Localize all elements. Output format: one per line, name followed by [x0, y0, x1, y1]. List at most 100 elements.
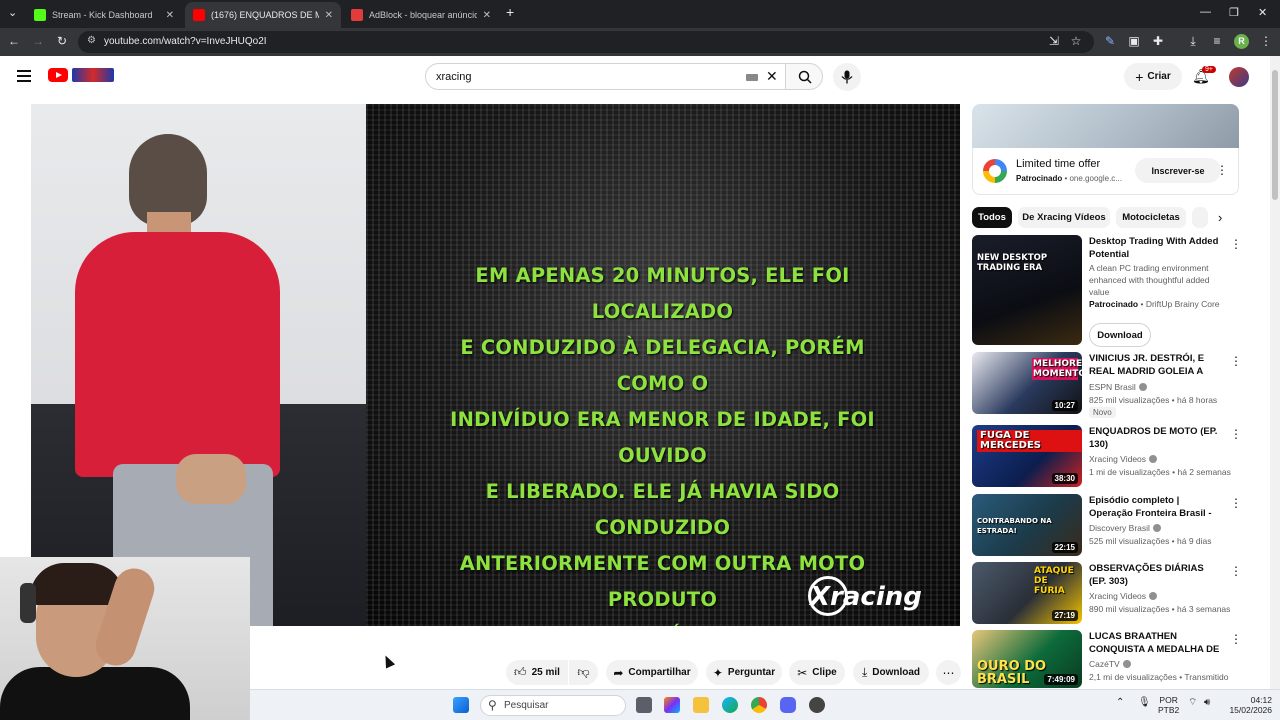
channel-name[interactable]: Xracing Videos	[1089, 454, 1158, 464]
share-label: Compartilhar	[628, 667, 691, 678]
address-bar[interactable]: ⚙ youtube.com/watch?v=InveJHUQo2I	[78, 31, 1094, 53]
chevron-right-icon[interactable]: ›	[1218, 210, 1222, 225]
close-icon[interactable]: ✕	[166, 10, 174, 21]
video-player[interactable]: EM APENAS 20 MINUTOS, ELE FOI LOCALIZADO…	[31, 104, 960, 626]
extension-icon[interactable]: ✎	[1102, 34, 1118, 48]
new-tab-plus-icon[interactable]: +	[506, 4, 514, 20]
video-thumbnail[interactable]: OURO DO BRASIL 7:49:09	[972, 630, 1082, 688]
page-scrollbar[interactable]	[1270, 56, 1280, 696]
video-thumbnail[interactable]: MELHORES MOMENTOS 10:27	[972, 352, 1082, 414]
profile-avatar[interactable]: R	[1234, 34, 1249, 49]
window-close-icon[interactable]: ✕	[1258, 6, 1267, 19]
wifi-icon[interactable]: ⌔	[1188, 698, 1197, 708]
input-language[interactable]: POR PTB2	[1158, 695, 1179, 715]
video-thumbnail[interactable]: ATAQUE DE FÚRIA 27:19	[972, 562, 1082, 624]
forward-icon[interactable]: →	[30, 34, 46, 48]
download-button[interactable]: ⤓ Download	[853, 660, 929, 685]
list-item[interactable]: OURO DO BRASIL 7:49:09 LUCAS BRAATHEN CO…	[972, 630, 1242, 689]
more-actions-button[interactable]: ⋯	[936, 660, 961, 685]
channel-name[interactable]: CazéTV	[1089, 659, 1131, 669]
reading-list-icon[interactable]: ≡	[1209, 34, 1225, 48]
list-item[interactable]: NEW DESKTOP TRADING ERA Desktop Trading …	[972, 235, 1242, 347]
site-info-icon[interactable]: ⚙	[87, 35, 96, 46]
ad-download-button[interactable]: Download	[1089, 323, 1151, 347]
video-title[interactable]: LUCAS BRAATHEN CONQUISTA A MEDALHA DE OU…	[1089, 630, 1223, 656]
taskbar-search-input[interactable]: ⚲ Pesquisar	[480, 695, 626, 716]
discord-icon[interactable]	[780, 697, 796, 713]
video-title[interactable]: Episódio completo | Operação Fronteira B…	[1089, 494, 1223, 520]
list-item[interactable]: MELHORES MOMENTOS 10:27 VINICIUS JR. DES…	[972, 352, 1242, 418]
list-item[interactable]: CONTRABANDO NA ESTRADA! 22:15 Episódio c…	[972, 494, 1242, 556]
tab-youtube[interactable]: (1676) ENQUADROS DE MOTO ✕	[185, 2, 341, 28]
channel-name[interactable]: Discovery Brasil	[1089, 523, 1161, 533]
chrome-menu-icon[interactable]: ⋮	[1258, 34, 1274, 48]
tab-kick-dashboard[interactable]: Stream - Kick Dashboard ✕	[26, 2, 182, 28]
account-avatar[interactable]	[1229, 67, 1249, 87]
chip-all[interactable]: Todos	[972, 207, 1012, 228]
back-icon[interactable]: ←	[6, 34, 22, 48]
more-vertical-icon[interactable]: ⋮	[1216, 163, 1228, 177]
video-thumbnail[interactable]: NEW DESKTOP TRADING ERA	[972, 235, 1082, 345]
chip-from-channel[interactable]: De Xracing Vídeos	[1018, 207, 1110, 228]
subscribe-button[interactable]: Inscrever-se	[1135, 158, 1221, 183]
chrome-browser-icon[interactable]	[751, 697, 767, 713]
taskbar-clock[interactable]: 04:12 15/02/2026	[1222, 695, 1272, 715]
youtube-logo[interactable]	[48, 68, 68, 82]
more-vertical-icon[interactable]: ⋮	[1230, 237, 1242, 251]
downloads-icon[interactable]: ⤓	[1185, 34, 1201, 49]
more-vertical-icon[interactable]: ⋮	[1230, 496, 1242, 510]
video-title[interactable]: Desktop Trading With Added Potential	[1089, 235, 1223, 261]
list-item[interactable]: ATAQUE DE FÚRIA 27:19 OBSERVAÇÕES DIÁRIA…	[972, 562, 1242, 624]
video-title[interactable]: OBSERVAÇÕES DIÁRIAS (EP. 303)	[1089, 562, 1223, 588]
chip-truncated[interactable]	[1192, 207, 1208, 228]
keyboard-icon[interactable]	[746, 74, 758, 81]
more-vertical-icon[interactable]: ⋮	[1230, 427, 1242, 441]
windows-start-icon[interactable]	[453, 697, 469, 713]
search-input[interactable]: xracing ✕	[425, 63, 785, 90]
thumbnail-text: ATAQUE DE FÚRIA	[1034, 566, 1074, 596]
list-item[interactable]: FUGA DE MERCEDES 38:30 ENQUADROS DE MOTO…	[972, 425, 1242, 487]
microphone-tray-icon[interactable]: 🎙︎	[1138, 698, 1151, 708]
volume-icon[interactable]: 🔊︎	[1204, 698, 1210, 708]
more-vertical-icon[interactable]: ⋮	[1230, 354, 1242, 368]
hamburger-menu-icon[interactable]	[17, 70, 31, 82]
like-button[interactable]: 👍︎ 25 mil	[506, 660, 568, 685]
restore-icon[interactable]: ❐	[1229, 6, 1239, 19]
search-button[interactable]	[785, 63, 823, 90]
task-view-icon[interactable]	[636, 697, 652, 713]
extensions-puzzle-icon[interactable]: ✚	[1150, 34, 1166, 48]
youtube-doodle-logo[interactable]	[72, 68, 114, 82]
more-vertical-icon[interactable]: ⋮	[1230, 632, 1242, 646]
chip-motorcycles[interactable]: Motocicletas	[1116, 207, 1186, 228]
reload-icon[interactable]: ↻	[54, 34, 70, 48]
video-thumbnail[interactable]: CONTRABANDO NA ESTRADA! 22:15	[972, 494, 1082, 556]
clear-search-icon[interactable]: ✕	[766, 68, 778, 85]
ask-button[interactable]: ✦ Perguntar	[706, 660, 782, 685]
minimize-icon[interactable]: —	[1200, 6, 1211, 18]
video-title[interactable]: ENQUADROS DE MOTO (EP. 130)	[1089, 425, 1223, 451]
video-thumbnail[interactable]: FUGA DE MERCEDES 38:30	[972, 425, 1082, 487]
more-vertical-icon[interactable]: ⋮	[1230, 564, 1242, 578]
tab-adblock[interactable]: AdBlock - bloquear anúncios e ✕	[343, 2, 499, 28]
clip-button[interactable]: ✂ Clipe	[789, 660, 845, 685]
bookmark-star-icon[interactable]: ☆	[1068, 34, 1084, 48]
obs-icon[interactable]	[809, 697, 825, 713]
copilot-icon[interactable]	[664, 697, 680, 713]
create-button[interactable]: + Criar	[1124, 63, 1182, 90]
close-icon[interactable]: ✕	[483, 10, 491, 21]
tab-search-icon[interactable]: ⌄	[8, 6, 17, 19]
file-explorer-icon[interactable]	[693, 697, 709, 713]
ad-card[interactable]: Limited time offer Patrocinado • one.goo…	[972, 148, 1239, 195]
install-app-icon[interactable]: ⇲	[1046, 34, 1062, 48]
channel-name[interactable]: Xracing Videos	[1089, 591, 1158, 601]
edge-browser-icon[interactable]	[722, 697, 738, 713]
video-title[interactable]: VINICIUS JR. DESTRÓI, E REAL MADRID GOLE…	[1089, 352, 1223, 378]
dislike-button[interactable]: 👎︎	[569, 660, 598, 685]
channel-name[interactable]: ESPN Brasil	[1089, 382, 1147, 392]
voice-search-button[interactable]	[833, 63, 861, 91]
chevron-up-icon[interactable]: ⌃	[1116, 698, 1124, 708]
extension-icon[interactable]: ▣	[1126, 34, 1142, 48]
ad-banner-image[interactable]	[972, 104, 1239, 148]
close-icon[interactable]: ✕	[325, 10, 333, 21]
share-button[interactable]: ➦ Compartilhar	[606, 660, 698, 685]
